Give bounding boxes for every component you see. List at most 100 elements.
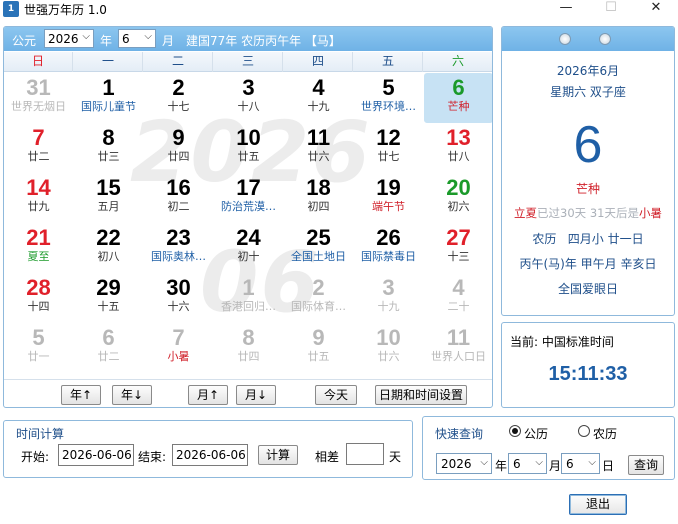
today-button[interactable]: 今天	[315, 385, 357, 405]
calendar-day-cell[interactable]: 3 十八	[214, 73, 283, 123]
calendar-day-cell[interactable]: 8 廿四	[214, 323, 283, 373]
month-select-value: 6	[122, 32, 130, 46]
calendar-day-cell[interactable]: 15 五月	[74, 173, 143, 223]
chevron-down-icon: ⌵	[535, 457, 543, 468]
day-number: 16	[166, 175, 191, 200]
calendar-day-cell[interactable]: 26 国际禁毒日	[354, 223, 423, 273]
calendar-day-cell[interactable]: 5 廿一	[4, 323, 73, 373]
day-number: 15	[96, 175, 121, 200]
calendar-day-cell[interactable]: 18 初四	[284, 173, 353, 223]
calendar-day-cell[interactable]: 4 二十	[424, 273, 492, 323]
solar-radio[interactable]	[509, 425, 521, 437]
day-lunar-label: 十八	[237, 100, 260, 113]
lunar-radio[interactable]	[578, 425, 590, 437]
month-unit: 月	[162, 34, 175, 48]
day-lunar-label: 芒种	[447, 100, 470, 113]
nav-row: 年↑ 年↓ 月↑ 月↓ 今天 日期和时间设置	[4, 379, 492, 407]
lunar-radio-label[interactable]: 农历	[593, 425, 617, 442]
query-year-select[interactable]: 2026 ⌵	[436, 453, 492, 474]
calendar-day-cell[interactable]: 29 十五	[74, 273, 143, 323]
calculate-button[interactable]: 计算	[258, 445, 298, 465]
term-next-text: 31天后是	[589, 206, 639, 220]
close-button[interactable]: ✕	[633, 0, 678, 18]
calendar-day-cell[interactable]: 9 廿四	[144, 123, 213, 173]
day-number: 6	[452, 75, 465, 100]
calendar-day-cell[interactable]: 11 廿六	[284, 123, 353, 173]
day-number: 25	[306, 225, 331, 250]
weekday-header: 五	[354, 52, 423, 72]
day-number: 6	[102, 325, 115, 350]
calendar-day-cell[interactable]: 14 廿九	[4, 173, 73, 223]
calendar-day-cell[interactable]: 28 十四	[4, 273, 73, 323]
day-number: 31	[26, 75, 51, 100]
calendar-day-cell[interactable]: 2 十七	[144, 73, 213, 123]
maximize-button[interactable]: ☐	[588, 0, 634, 18]
calendar-day-cell[interactable]: 2 国际体育…	[284, 273, 353, 323]
day-number: 8	[242, 325, 255, 350]
calendar-day-cell[interactable]: 11 世界人口日	[424, 323, 492, 373]
calendar-day-cell[interactable]: 25 全国土地日	[284, 223, 353, 273]
info-year-month: 2026年6月	[556, 64, 620, 78]
calendar-day-selected[interactable]: 6 芒种	[424, 73, 492, 123]
calendar-app-icon: 1	[3, 1, 19, 17]
calendar-day-cell[interactable]: 17 防治荒漠…	[214, 173, 283, 223]
query-day-select[interactable]: 6 ⌵	[561, 453, 600, 474]
time-calc-title: 时间计算	[14, 425, 67, 442]
year-down-button[interactable]: 年↓	[112, 385, 152, 405]
calendar-day-cell[interactable]: 22 初八	[74, 223, 143, 273]
calendar-day-cell[interactable]: 6 廿二	[74, 323, 143, 373]
calendar-day-cell[interactable]: 7 廿二	[4, 123, 73, 173]
calendar-day-cell[interactable]: 24 初十	[214, 223, 283, 273]
day-number: 9	[172, 125, 185, 150]
year-up-button[interactable]: 年↑	[61, 385, 101, 405]
minimize-button[interactable]: —	[543, 0, 589, 18]
exit-button[interactable]: 退出	[569, 494, 627, 515]
query-month-select[interactable]: 6 ⌵	[508, 453, 547, 474]
calendar-day-cell[interactable]: 9 廿五	[284, 323, 353, 373]
calendar-grid: 2026 06 31 世界无烟日 1 国际儿童节 2 十七 3 十八 4 十九 5 世界环境… 6 芒种 7…	[4, 73, 492, 377]
end-date-field[interactable]: 2026-06-06	[172, 444, 248, 466]
quick-query-title: 快速查询	[433, 425, 486, 442]
calendar-day-cell[interactable]: 7 小暑	[144, 323, 213, 373]
day-number: 2	[312, 275, 325, 300]
day-lunar-label: 十四	[27, 300, 50, 313]
calendar-day-cell[interactable]: 30 十六	[144, 273, 213, 323]
calendar-day-cell[interactable]: 4 十九	[284, 73, 353, 123]
calendar-day-cell[interactable]: 16 初二	[144, 173, 213, 223]
day-number: 5	[382, 75, 395, 100]
day-lunar-label: 廿二	[27, 150, 50, 163]
month-select[interactable]: 6 ⌵	[118, 29, 156, 48]
query-day-value: 6	[566, 457, 574, 471]
solar-radio-label[interactable]: 公历	[524, 425, 548, 442]
calendar-day-cell[interactable]: 10 廿六	[354, 323, 423, 373]
calendar-day-cell[interactable]: 20 初六	[424, 173, 492, 223]
calendar-day-cell[interactable]: 1 国际儿童节	[74, 73, 143, 123]
month-down-button[interactable]: 月↓	[236, 385, 276, 405]
day-lunar-label: 初二	[167, 200, 190, 213]
year-select[interactable]: 2026 ⌵	[44, 29, 94, 48]
calendar-day-cell[interactable]: 10 廿五	[214, 123, 283, 173]
calendar-day-cell[interactable]: 5 世界环境…	[354, 73, 423, 123]
diff-days-field[interactable]	[346, 443, 384, 465]
calendar-day-cell[interactable]: 19 端午节	[354, 173, 423, 223]
calendar-day-cell[interactable]: 13 廿八	[424, 123, 492, 173]
day-number: 1	[102, 75, 115, 100]
day-number: 10	[376, 325, 401, 350]
month-up-button[interactable]: 月↑	[188, 385, 228, 405]
day-lunar-label: 十五	[97, 300, 120, 313]
day-number: 9	[312, 325, 325, 350]
calendar-day-cell[interactable]: 31 世界无烟日	[4, 73, 73, 123]
calendar-day-cell[interactable]: 3 十九	[354, 273, 423, 323]
calendar-day-cell[interactable]: 1 香港回归…	[214, 273, 283, 323]
calendar-day-cell[interactable]: 12 廿七	[354, 123, 423, 173]
calendar-day-cell[interactable]: 23 国际奥林…	[144, 223, 213, 273]
query-button[interactable]: 查询	[628, 455, 664, 475]
calendar-day-cell[interactable]: 27 十三	[424, 223, 492, 273]
calendar-day-cell[interactable]: 21 夏至	[4, 223, 73, 273]
day-number: 5	[32, 325, 45, 350]
start-date-field[interactable]: 2026-06-06	[58, 444, 134, 466]
day-lunar-label: 廿六	[307, 150, 330, 163]
day-lunar-label: 廿四	[237, 350, 260, 363]
calendar-day-cell[interactable]: 8 廿三	[74, 123, 143, 173]
datetime-settings-button[interactable]: 日期和时间设置	[375, 385, 467, 405]
